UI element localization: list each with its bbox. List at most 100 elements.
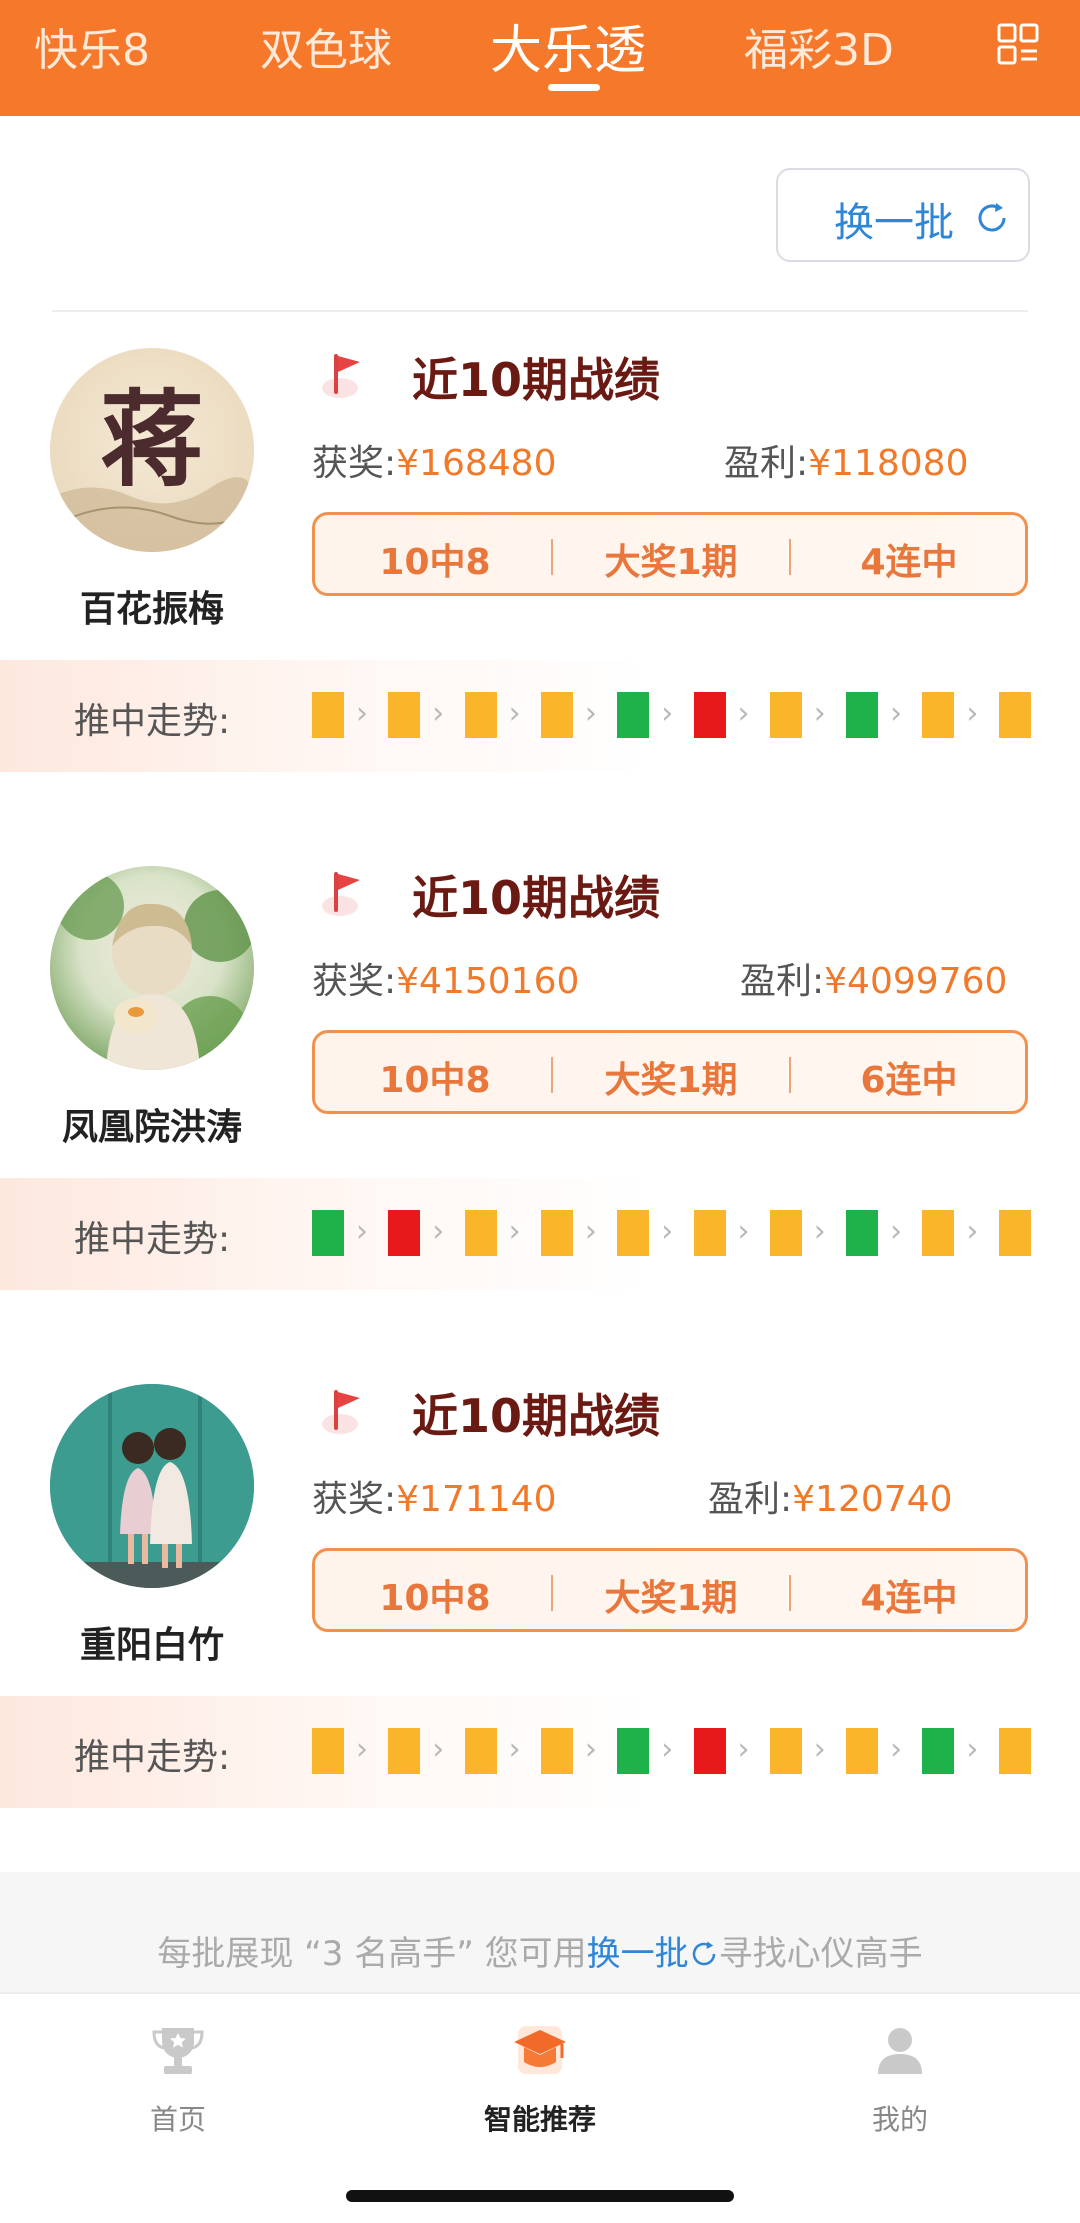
trend-arrow-icon: › [890, 1214, 903, 1249]
batch-hint-bar: 每批展现 “3 名高手” 您可用换一批 寻找心仪高手 [0, 1872, 1080, 1992]
batch-hint-text: 每批展现 “3 名高手” 您可用换一批 寻找心仪高手 [0, 1926, 1080, 1975]
stat-separator [789, 539, 791, 575]
trend-arrow-icon: › [890, 696, 903, 731]
nav-home-label: 首页 [149, 2103, 206, 2136]
trend-arrow-icon: › [356, 1732, 368, 1767]
trend-arrow-icon: › [508, 696, 521, 731]
trend-label: 推中走势: [74, 1219, 231, 1260]
trend-marker-yellow [998, 1728, 1031, 1774]
batch-hint-refresh-link[interactable]: 换一批 [587, 1934, 689, 1974]
expert-name: 凤凰院洪涛 [61, 1107, 242, 1148]
award-amount: 获奖:¥4150160 [312, 961, 580, 1002]
nav-smart-recommend-label: 智能推荐 [483, 2103, 596, 2136]
trend-row: 推中走势: › › › › › › › › › [0, 1696, 1080, 1808]
trend-arrow-icon: › [584, 696, 597, 731]
trend-marker-yellow [540, 1728, 573, 1774]
expert-card[interactable]: 凤凰院洪涛 近10期战绩 获奖:¥4150160 盈利:¥4099760 10中… [0, 828, 1080, 1348]
trend-arrow-icon: › [966, 1214, 979, 1249]
trend-arrow-icon: › [661, 696, 674, 731]
trend-marker-yellow [464, 1728, 497, 1774]
trend-arrow-icon: › [432, 696, 445, 731]
trend-row: 推中走势: › › › › › › › › › [0, 660, 1080, 772]
trend-arrow-icon: › [508, 1214, 521, 1249]
trend-arrow-icon: › [661, 1214, 674, 1249]
refresh-icon [978, 203, 1006, 232]
trend-marker-green [312, 1210, 344, 1256]
flag-icon [322, 872, 360, 916]
profit-amount: 盈利:¥118080 [724, 443, 969, 484]
batch-hint-prefix: 每批展现 “3 名高手” 您可用 [157, 1934, 587, 1974]
trend-marker-red [693, 1728, 726, 1774]
award-amount: 获奖:¥171140 [312, 1479, 557, 1520]
trend-marker-yellow [540, 1210, 573, 1256]
trend-arrow-icon: › [966, 696, 979, 731]
trend-arrow-icon: › [584, 1732, 597, 1767]
trend-arrow-icon: › [813, 1732, 826, 1767]
trend-arrow-icon: › [432, 1214, 445, 1249]
nav-smart-recommend[interactable]: 智能推荐 [440, 2020, 640, 2138]
trend-arrow-icon: › [356, 696, 368, 731]
trend-label: 推中走势: [74, 1737, 231, 1778]
profit-amount: 盈利:¥4099760 [740, 961, 1008, 1002]
trend-arrow-icon: › [966, 1732, 979, 1767]
trend-arrow-icon: › [584, 1214, 597, 1249]
jackpot-stat: 大奖1期 [604, 542, 738, 583]
tab-fucai3d[interactable]: 福彩3D [744, 14, 894, 78]
trophy-icon [152, 2028, 204, 2074]
trend-marker-yellow [388, 692, 421, 738]
expert-card[interactable]: 重阳白竹 近10期战绩 获奖:¥171140 盈利:¥120740 10中8 大… [0, 1346, 1080, 1866]
trend-marker-yellow [693, 1210, 726, 1256]
jackpot-stat: 大奖1期 [604, 1578, 738, 1619]
stat-separator [551, 1057, 553, 1093]
trend-marker-yellow [617, 1210, 650, 1256]
refresh-icon [692, 1941, 715, 1966]
trend-marker-yellow [540, 692, 573, 738]
home-indicator [346, 2190, 734, 2202]
trend-marker-yellow [312, 692, 344, 738]
stats-box: 10中8 大奖1期 4连中 [312, 1548, 1028, 1632]
trend-marker-yellow [312, 1728, 344, 1774]
streak-stat: 4连中 [860, 542, 958, 583]
trend-arrow-icon: › [508, 1732, 521, 1767]
nav-home[interactable]: 首页 [78, 2020, 278, 2138]
nav-mine-label: 我的 [871, 2103, 928, 2136]
jackpot-stat: 大奖1期 [604, 1060, 738, 1101]
streak-stat: 4连中 [860, 1578, 958, 1619]
trend-marker-green [617, 692, 650, 738]
avatar[interactable]: 蒋 [50, 348, 254, 552]
graduation-cap-icon [514, 2026, 566, 2074]
trend-arrow-icon: › [661, 1732, 674, 1767]
record-title: 近10期战绩 [412, 871, 661, 925]
lottery-tab-bar: 快乐8 双色球 大乐透 福彩3D [0, 0, 1080, 116]
record-title: 近10期战绩 [412, 353, 661, 407]
trend-marker-red [693, 692, 726, 738]
flag-icon [322, 354, 360, 398]
trend-marker-green [846, 1210, 879, 1256]
trend-marker-yellow [998, 692, 1031, 738]
nav-mine[interactable]: 我的 [800, 2020, 1000, 2138]
trend-arrow-icon: › [737, 696, 750, 731]
record-title: 近10期战绩 [412, 1389, 661, 1443]
expert-card[interactable]: 蒋 百花振梅 近10期战绩 获奖:¥168480 盈利:¥118080 10中8… [0, 310, 1080, 830]
hit-rate-stat: 10中8 [379, 542, 491, 583]
stat-separator [551, 1575, 553, 1611]
trend-marker-yellow [998, 1210, 1031, 1256]
avatar[interactable] [50, 1384, 254, 1588]
trend-marker-yellow [464, 692, 497, 738]
stat-separator [789, 1575, 791, 1611]
trend-row: 推中走势: › › › › › › › › › [0, 1178, 1080, 1290]
profit-amount: 盈利:¥120740 [708, 1479, 953, 1520]
flag-icon [322, 1390, 360, 1434]
expert-name: 重阳白竹 [79, 1625, 224, 1666]
tab-kuaile8[interactable]: 快乐8 [34, 14, 150, 78]
user-icon [878, 2028, 922, 2074]
hit-rate-stat: 10中8 [379, 1060, 491, 1101]
tab-shuangseqiu[interactable]: 双色球 [260, 14, 392, 78]
refresh-batch-button[interactable]: 换一批 [776, 168, 1030, 262]
refresh-batch-label: 换一批 [834, 200, 954, 246]
grid-menu-icon[interactable] [996, 22, 1040, 66]
avatar[interactable] [50, 866, 254, 1070]
trend-marker-yellow [922, 692, 955, 738]
tab-daletou[interactable]: 大乐透 [490, 8, 646, 83]
batch-hint-suffix: 寻找心仪高手 [718, 1934, 923, 1974]
